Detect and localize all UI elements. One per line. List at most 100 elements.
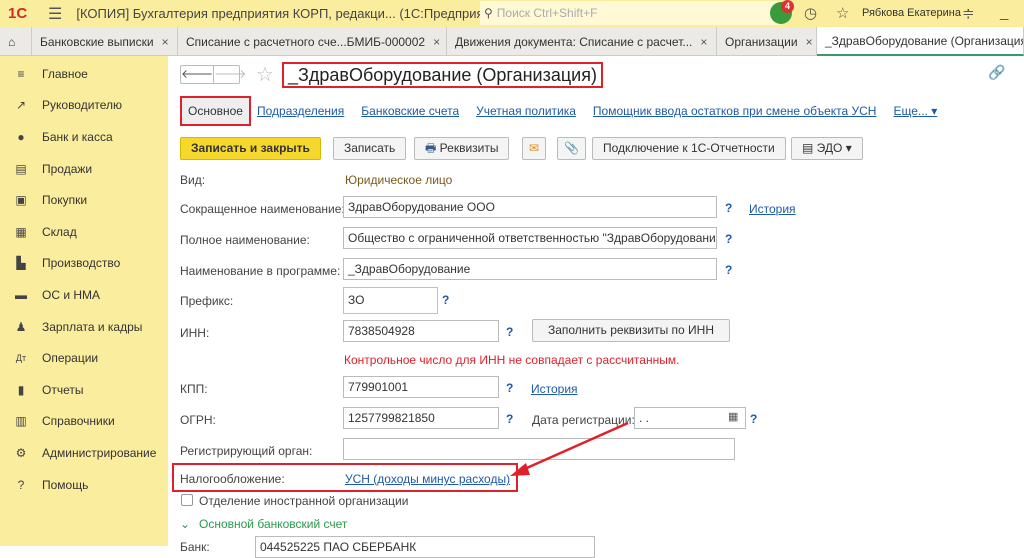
tab-document-movements[interactable]: Движения документа: Списание с расчет...…: [447, 27, 717, 56]
kpp-input[interactable]: 779901001: [343, 376, 499, 398]
tab-writeoff[interactable]: Списание с расчетного сче...БМИБ-000002 ×: [178, 27, 447, 56]
help-icon[interactable]: ?: [750, 412, 757, 426]
organization-form: 🡐 🡒 ☆ _ЗдравОборудование (Организация) 🔗 …: [168, 56, 1024, 558]
person-icon: ♟: [15, 319, 27, 334]
email-button[interactable]: ✉: [522, 137, 547, 160]
gear-icon: ⚙: [15, 445, 27, 460]
sidebar-item-purchases[interactable]: ▣ Покупки: [0, 184, 168, 216]
ogrn-label: ОГРН:: [180, 413, 216, 427]
open-tabs: ⌂ Банковские выписки × Списание с расчетн…: [0, 27, 1024, 56]
minimize-icon[interactable]: _: [1000, 4, 1008, 21]
sidebar-item-help[interactable]: ? Помощь: [0, 469, 168, 501]
book-icon: ▥: [15, 414, 27, 429]
attach-button[interactable]: 📎: [557, 137, 586, 160]
sidebar-item-reports[interactable]: ▮ Отчеты: [0, 374, 168, 406]
tab-usn-assistant[interactable]: Помощник ввода остатков при смене объект…: [593, 104, 877, 118]
nav-buttons: 🡐 🡒: [180, 65, 246, 84]
program-name-input[interactable]: _ЗдравОборудование: [343, 258, 717, 280]
short-name-history-link[interactable]: История: [749, 202, 796, 216]
home-tab[interactable]: ⌂: [0, 27, 32, 56]
envelope-icon: ✉: [529, 141, 540, 155]
sidebar-item-label: Администрирование: [42, 445, 157, 460]
sidebar-item-bank[interactable]: ● Банк и касса: [0, 121, 168, 153]
tab-bank-accounts[interactable]: Банковские счета: [361, 104, 459, 118]
prefix-input[interactable]: ЗО: [343, 287, 438, 314]
sidebar-item-warehouse[interactable]: ▦ Склад: [0, 216, 168, 248]
sidebar-item-manager[interactable]: ↗ Руководителю: [0, 90, 168, 122]
sidebar-item-references[interactable]: ▥ Справочники: [0, 406, 168, 438]
fill-by-inn-button[interactable]: Заполнить реквизиты по ИНН: [532, 319, 730, 342]
back-button[interactable]: 🡐: [181, 66, 215, 83]
tab-label: _ЗдравОборудование (Организация): [825, 33, 1024, 48]
help-icon[interactable]: ?: [725, 232, 732, 246]
bank-input[interactable]: 044525225 ПАО СБЕРБАНК: [255, 536, 595, 558]
requisites-button[interactable]: 🖶 Реквизиты: [414, 137, 510, 160]
page-title: _ЗдравОборудование (Организация): [282, 62, 603, 88]
favorite-star-icon[interactable]: ☆: [256, 62, 274, 87]
close-icon[interactable]: ×: [162, 35, 169, 49]
sidebar-item-sales[interactable]: ▤ Продажи: [0, 153, 168, 185]
sidebar-item-assets[interactable]: ▬ ОС и НМА: [0, 279, 168, 311]
sidebar-item-operations[interactable]: Дт Операции: [0, 342, 168, 374]
tab-bank-statements[interactable]: Банковские выписки ×: [32, 27, 178, 56]
close-icon[interactable]: ×: [700, 35, 707, 49]
kpp-label: КПП:: [180, 382, 208, 396]
vid-label: Вид:: [180, 173, 206, 187]
link-icon[interactable]: 🔗: [988, 64, 1005, 81]
bank-section-header[interactable]: Основной банковский счет: [199, 517, 347, 531]
sidebar-item-label: Покупки: [42, 193, 88, 208]
help-icon: ?: [17, 477, 25, 492]
ogrn-input[interactable]: 1257799821850: [343, 407, 499, 429]
help-icon[interactable]: ?: [442, 293, 449, 307]
taxation-label: Налогообложение:: [180, 472, 285, 486]
full-name-label: Полное наименование:: [180, 233, 310, 247]
sidebar-item-label: Склад: [42, 224, 77, 239]
search-icon: ⚲: [484, 6, 493, 20]
sidebar-item-admin[interactable]: ⚙ Администрирование: [0, 437, 168, 469]
help-icon[interactable]: ?: [506, 325, 513, 339]
tab-main[interactable]: Основное: [180, 96, 251, 126]
short-name-input[interactable]: ЗдравОборудование ООО: [343, 196, 717, 218]
tab-label: Банковские выписки: [40, 34, 154, 49]
sidebar-item-salary[interactable]: ♟ Зарплата и кадры: [0, 311, 168, 343]
foreign-org-checkbox[interactable]: [181, 494, 193, 506]
inn-input[interactable]: 7838504928: [343, 320, 499, 342]
kpp-history-link[interactable]: История: [531, 382, 578, 396]
annotation-arrow: [510, 421, 629, 476]
connect-reporting-button[interactable]: Подключение к 1С-Отчетности: [592, 137, 786, 160]
sidebar-item-main[interactable]: ≡ Главное: [0, 58, 168, 90]
sales-icon: ▤: [15, 161, 27, 176]
menu-icon[interactable]: ☰: [48, 4, 62, 24]
save-button[interactable]: Записать: [333, 137, 407, 160]
inn-error-message: Контрольное число для ИНН не совпадает с…: [344, 353, 680, 367]
chevron-down-icon[interactable]: ⌄: [180, 517, 190, 531]
help-icon[interactable]: ?: [506, 381, 513, 395]
save-and-close-button[interactable]: Записать и закрыть: [180, 137, 321, 160]
tab-divisions[interactable]: Подразделения: [257, 104, 344, 118]
cart-icon: ▣: [15, 193, 27, 208]
sidebar-item-production[interactable]: ▙ Производство: [0, 248, 168, 280]
tab-label: Движения документа: Списание с расчет...: [455, 34, 693, 49]
help-icon[interactable]: ?: [725, 263, 732, 277]
search-input[interactable]: ⚲ Поиск Ctrl+Shift+F: [480, 1, 780, 25]
taxation-link[interactable]: УСН (доходы минус расходы): [345, 472, 510, 486]
calendar-icon[interactable]: ▦: [728, 410, 738, 423]
sidebar-item-label: Производство: [42, 256, 121, 271]
tab-accounting-policy[interactable]: Учетная политика: [476, 104, 576, 118]
history-icon[interactable]: ◷: [804, 4, 817, 22]
inn-label: ИНН:: [180, 326, 210, 340]
edo-button[interactable]: ▤ ЭДО ▾: [791, 137, 863, 160]
favorites-icon[interactable]: ☆: [836, 4, 849, 22]
more-menu[interactable]: Еще... ▾: [893, 104, 937, 118]
sidebar-item-label: Руководителю: [42, 98, 123, 113]
full-name-input[interactable]: Общество с ограниченной ответственностью…: [343, 227, 717, 249]
help-icon[interactable]: ?: [725, 201, 732, 215]
tab-organizations[interactable]: Организации ×: [717, 27, 817, 56]
tab-current-organization[interactable]: _ЗдравОборудование (Организация): [817, 27, 1024, 56]
user-name[interactable]: Рябкова Екатерина: [862, 7, 961, 19]
operations-icon: Дт: [15, 353, 27, 364]
settings-menu-icon[interactable]: ≑: [962, 4, 975, 22]
close-icon[interactable]: ×: [433, 35, 440, 49]
forward-button[interactable]: 🡒: [214, 66, 246, 83]
close-icon[interactable]: ×: [806, 35, 813, 49]
